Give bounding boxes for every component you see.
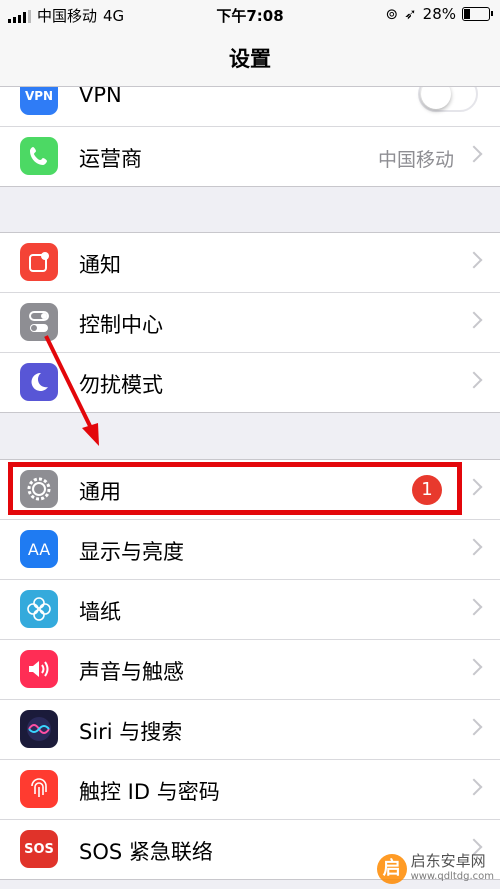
highlight-box [8,462,462,515]
watermark-name: 启东安卓网 [410,852,486,870]
watermark: 启 启东安卓网 www.qdltdg.com [376,852,494,885]
annotation-arrow [44,335,99,446]
watermark-logo: 启 [376,854,407,884]
watermark-url: www.qdltdg.com [410,871,494,882]
